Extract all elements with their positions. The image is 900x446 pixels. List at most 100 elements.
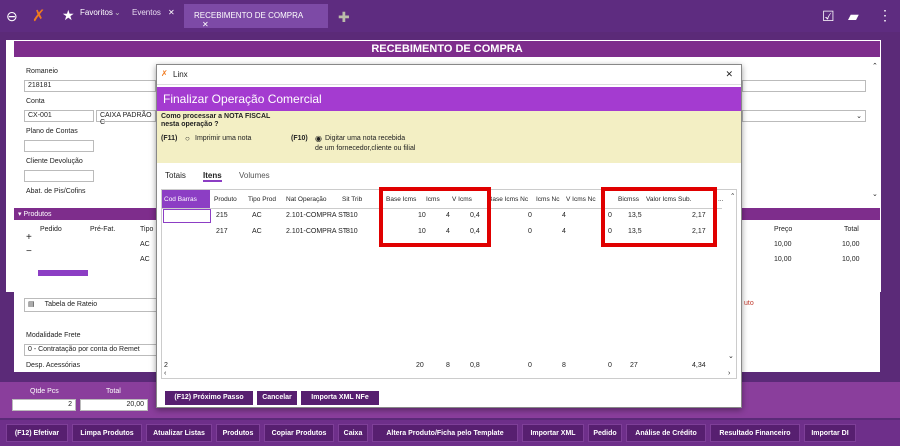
scroll-up-icon[interactable]: ⌃ <box>872 62 878 70</box>
abat-pis-cofins-label: Abat. de Pis/Cofins <box>26 188 86 195</box>
radio-imprimir[interactable]: ○ <box>185 134 190 143</box>
analise-credito-button[interactable]: Análise de Crédito <box>626 424 706 442</box>
scroll-down-icon[interactable]: ⌄ <box>728 352 734 360</box>
chevron-down-icon[interactable]: ⌄ <box>114 8 121 17</box>
radio-digitar[interactable]: ◉ <box>315 134 322 143</box>
col-more: ... <box>718 196 724 203</box>
cell-icms-nc: 4 <box>562 212 566 219</box>
more-vertical-icon[interactable]: ⋮ <box>878 7 892 24</box>
chevron-down-icon[interactable]: ⌄ <box>856 112 862 120</box>
remove-row-icon[interactable]: − <box>26 246 32 257</box>
romaneio-label: Romaneio <box>26 68 58 75</box>
close-tab-icon[interactable]: ✕ <box>202 20 209 29</box>
total-base-icms-nc: 0 <box>528 362 532 369</box>
dialog-title-bar: ✗ Linx ✕ <box>157 65 741 85</box>
importar-di-button[interactable]: Importar DI <box>804 424 856 442</box>
tab-totais[interactable]: Totais <box>165 171 186 180</box>
col-nat-operacao[interactable]: Nat Operação <box>286 196 326 203</box>
nota-fiscal-question: Como processar a NOTA FISCAL nesta opera… <box>161 113 271 128</box>
tabela-rateio-label: Tabela de Rateio <box>44 301 98 308</box>
produtos-button[interactable]: Produtos <box>216 424 260 442</box>
limpa-produtos-button[interactable]: Limpa Produtos <box>72 424 142 442</box>
total-field: 20,00 <box>80 399 148 411</box>
option1-key: (F11) <box>161 135 178 142</box>
finalizar-dialog: ✗ Linx ✕ Finalizar Operação Comercial Co… <box>156 64 742 408</box>
tab-itens[interactable]: Itens <box>203 171 222 182</box>
cell-sit-trib: 810 <box>346 212 358 219</box>
plano-contas-field[interactable] <box>24 140 94 152</box>
tab-recebimento[interactable]: RECEBIMENTO DE COMPRA ✕ <box>184 4 328 29</box>
col-cod-barras[interactable]: Cod Barras <box>164 196 197 203</box>
caixa-button[interactable]: Caixa <box>338 424 368 442</box>
total-bicmss: 27 <box>630 362 638 369</box>
conta-name-field[interactable]: CAIXA PADRÃO C <box>96 110 156 126</box>
cliente-devolucao-field[interactable] <box>24 170 94 182</box>
scroll-down-icon[interactable]: ⌄ <box>872 190 878 198</box>
page-title: RECEBIMENTO DE COMPRA <box>14 41 880 57</box>
cliente-devolucao-label: Cliente Devolução <box>26 158 83 165</box>
plus-icon[interactable]: ✚ <box>338 9 350 26</box>
favorites-label[interactable]: Favoritos <box>80 8 113 17</box>
cell-tipo-1: AC <box>140 241 150 248</box>
col-v-icms-nc[interactable]: V Icms Nc <box>566 196 596 203</box>
cell-tipo-prod: AC <box>252 228 262 235</box>
efetivar-button[interactable]: (F12) Efetivar <box>6 424 68 442</box>
cell-tipo-prod: AC <box>252 212 262 219</box>
star-icon[interactable]: ★ <box>62 7 75 24</box>
cell-nat-operacao: 2.101-COMPRA ST <box>286 228 348 235</box>
col-sit-trib[interactable]: Sit Trib <box>342 196 362 203</box>
tabela-rateio-button[interactable]: ▤ Tabela de Rateio <box>24 298 158 312</box>
horizontal-scrollbar[interactable] <box>38 270 88 276</box>
col-preco: Preço <box>774 226 793 233</box>
scroll-left-icon[interactable]: ‹ <box>164 370 166 377</box>
scroll-up-icon[interactable]: ⌃ <box>730 192 735 200</box>
altera-produto-button[interactable]: Altera Produto/Ficha pelo Template <box>372 424 518 442</box>
resultado-financeiro-button[interactable]: Resultado Financeiro <box>710 424 800 442</box>
scroll-right-icon[interactable]: › <box>728 370 730 377</box>
close-tab-icon[interactable]: ✕ <box>168 8 175 17</box>
proximo-passo-button[interactable]: (F12) Próximo Passo <box>165 391 253 405</box>
chat-icon[interactable]: ▰ <box>848 8 859 25</box>
tab-recebimento-label: RECEBIMENTO DE COMPRA <box>194 11 303 20</box>
pedido-button[interactable]: Pedido <box>588 424 622 442</box>
col-icms-nc[interactable]: Icms Nc <box>536 196 559 203</box>
add-row-icon[interactable]: + <box>26 232 32 243</box>
col-pre-fat: Pré-Fat. <box>90 226 116 233</box>
col-tipo-prod[interactable]: Tipo Prod <box>248 196 276 203</box>
copiar-produtos-button[interactable]: Copiar Produtos <box>264 424 334 442</box>
cell-preco-1: 10,00 <box>774 241 792 248</box>
importa-xml-nfe-button[interactable]: Importa XML NFe <box>301 391 379 405</box>
atualizar-listas-button[interactable]: Atualizar Listas <box>146 424 212 442</box>
option1-label: Imprimir uma nota <box>195 135 252 142</box>
selected-cell[interactable] <box>163 209 211 223</box>
linx-logo-icon: ✗ <box>161 69 168 78</box>
clipboard-icon[interactable]: ☑ <box>822 8 835 25</box>
option2-key: (F10) <box>291 135 308 142</box>
highlight-icms-box <box>379 187 491 247</box>
right-field-1[interactable] <box>742 80 866 92</box>
total-label: Total <box>106 388 121 395</box>
col-produto[interactable]: Produto <box>214 196 237 203</box>
cell-total-1: 10,00 <box>842 241 860 248</box>
modalidade-frete-field[interactable]: 0 - Contratação por conta do Remet <box>24 344 158 356</box>
cell-produto: 217 <box>216 228 228 235</box>
conta-code-field[interactable]: CX-001 <box>24 110 94 122</box>
importar-xml-button[interactable]: Importar XML <box>522 424 584 442</box>
plano-contas-label: Plano de Contas <box>26 128 78 135</box>
tab-volumes[interactable]: Volumes <box>239 171 270 180</box>
right-select[interactable]: ⌄ <box>742 110 866 122</box>
cancelar-button[interactable]: Cancelar <box>257 391 297 405</box>
right-fragment-text: uto <box>744 300 754 307</box>
table-icon: ▤ <box>28 301 35 308</box>
back-icon[interactable]: ⊖ <box>6 8 18 25</box>
tab-eventos[interactable]: Eventos <box>132 8 161 17</box>
cell-tipo-2: AC <box>140 256 150 263</box>
option2-line2: de um fornecedor,cliente ou filial <box>315 145 416 152</box>
qtde-pcs-label: Qtde Pcs <box>30 388 59 395</box>
romaneio-field[interactable]: 218181 <box>24 80 156 92</box>
cell-total-2: 10,00 <box>842 256 860 263</box>
col-base-icms-nc[interactable]: Base Icms Nc <box>488 196 528 203</box>
total-icms-nc: 8 <box>562 362 566 369</box>
close-icon[interactable]: ✕ <box>725 69 733 80</box>
total-count: 2 <box>164 362 168 369</box>
